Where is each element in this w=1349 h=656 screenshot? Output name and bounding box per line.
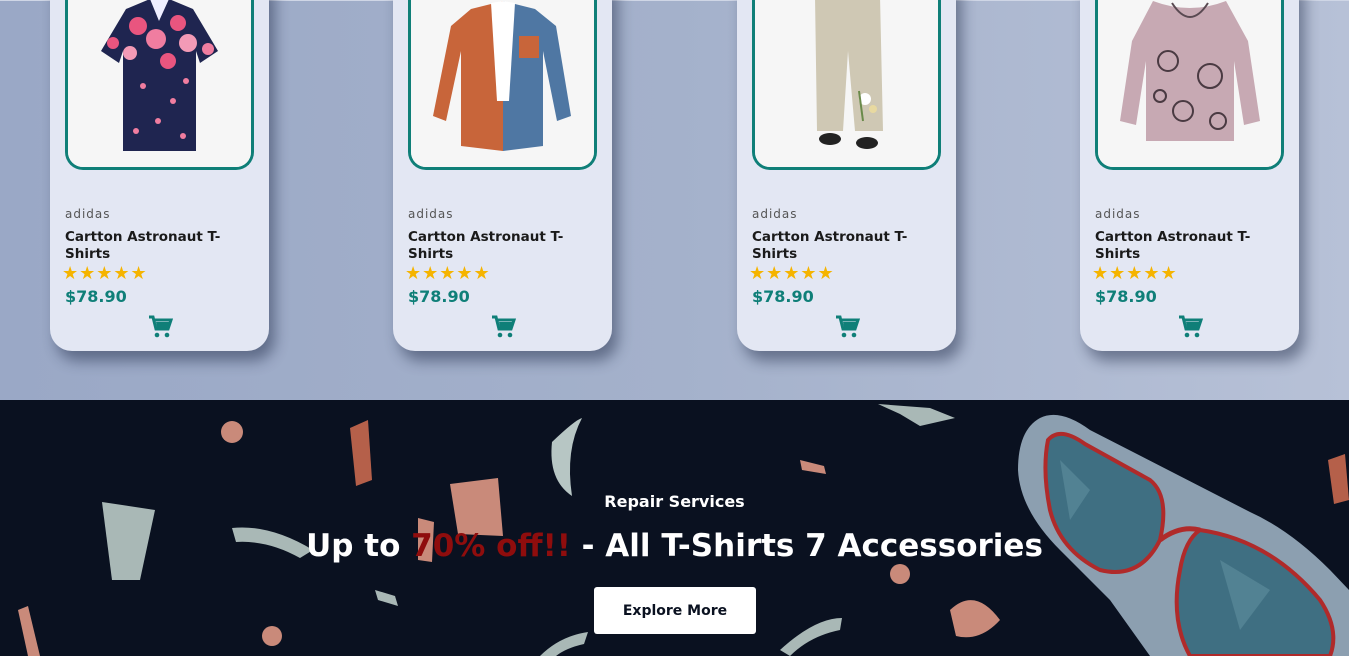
product-card[interactable]: adidas Cartton Astronaut T-Shirts ★★★★★ …	[737, 0, 956, 351]
product-card[interactable]: adidas Cartton Astronaut T-Shirts ★★★★★ …	[393, 0, 612, 351]
product-title[interactable]: Cartton Astronaut T-Shirts	[408, 229, 588, 263]
shopping-cart-icon[interactable]	[490, 315, 516, 339]
product-rating-stars: ★★★★★	[1092, 263, 1178, 284]
promo-banner: Repair Services Up to 70% off!! - All T-…	[0, 400, 1349, 656]
explore-more-button[interactable]: Explore More	[594, 587, 756, 634]
product-price: $78.90	[65, 287, 127, 306]
product-card[interactable]: adidas Cartton Astronaut T-Shirts ★★★★★ …	[50, 0, 269, 351]
shopping-cart-icon[interactable]	[147, 315, 173, 339]
product-price: $78.90	[752, 287, 814, 306]
product-price: $78.90	[1095, 287, 1157, 306]
product-brand: adidas	[65, 207, 111, 221]
product-rating-stars: ★★★★★	[749, 263, 835, 284]
product-image	[755, 0, 938, 167]
product-image-frame[interactable]	[1095, 0, 1284, 170]
promo-subtitle: Repair Services	[604, 492, 745, 511]
product-image	[411, 0, 594, 167]
product-brand: adidas	[1095, 207, 1141, 221]
products-section: adidas Cartton Astronaut T-Shirts ★★★★★ …	[0, 0, 1349, 400]
promo-title-suffix: - All T-Shirts 7 Accessories	[570, 528, 1043, 564]
product-image-frame[interactable]	[752, 0, 941, 170]
product-title[interactable]: Cartton Astronaut T-Shirts	[1095, 229, 1275, 263]
product-image	[68, 0, 251, 167]
product-title[interactable]: Cartton Astronaut T-Shirts	[752, 229, 932, 263]
product-price: $78.90	[408, 287, 470, 306]
promo-discount-highlight: 70% off!!	[411, 528, 571, 564]
product-brand: adidas	[408, 207, 454, 221]
product-rating-stars: ★★★★★	[62, 263, 148, 284]
promo-title-prefix: Up to	[306, 528, 412, 564]
product-title[interactable]: Cartton Astronaut T-Shirts	[65, 229, 245, 263]
shopping-cart-icon[interactable]	[1177, 315, 1203, 339]
product-card[interactable]: adidas Cartton Astronaut T-Shirts ★★★★★ …	[1080, 0, 1299, 351]
promo-headline: Up to 70% off!! - All T-Shirts 7 Accesso…	[0, 528, 1349, 564]
product-rating-stars: ★★★★★	[405, 263, 491, 284]
product-image-frame[interactable]	[408, 0, 597, 170]
product-image-frame[interactable]	[65, 0, 254, 170]
product-brand: adidas	[752, 207, 798, 221]
product-image	[1098, 0, 1281, 167]
shopping-cart-icon[interactable]	[834, 315, 860, 339]
